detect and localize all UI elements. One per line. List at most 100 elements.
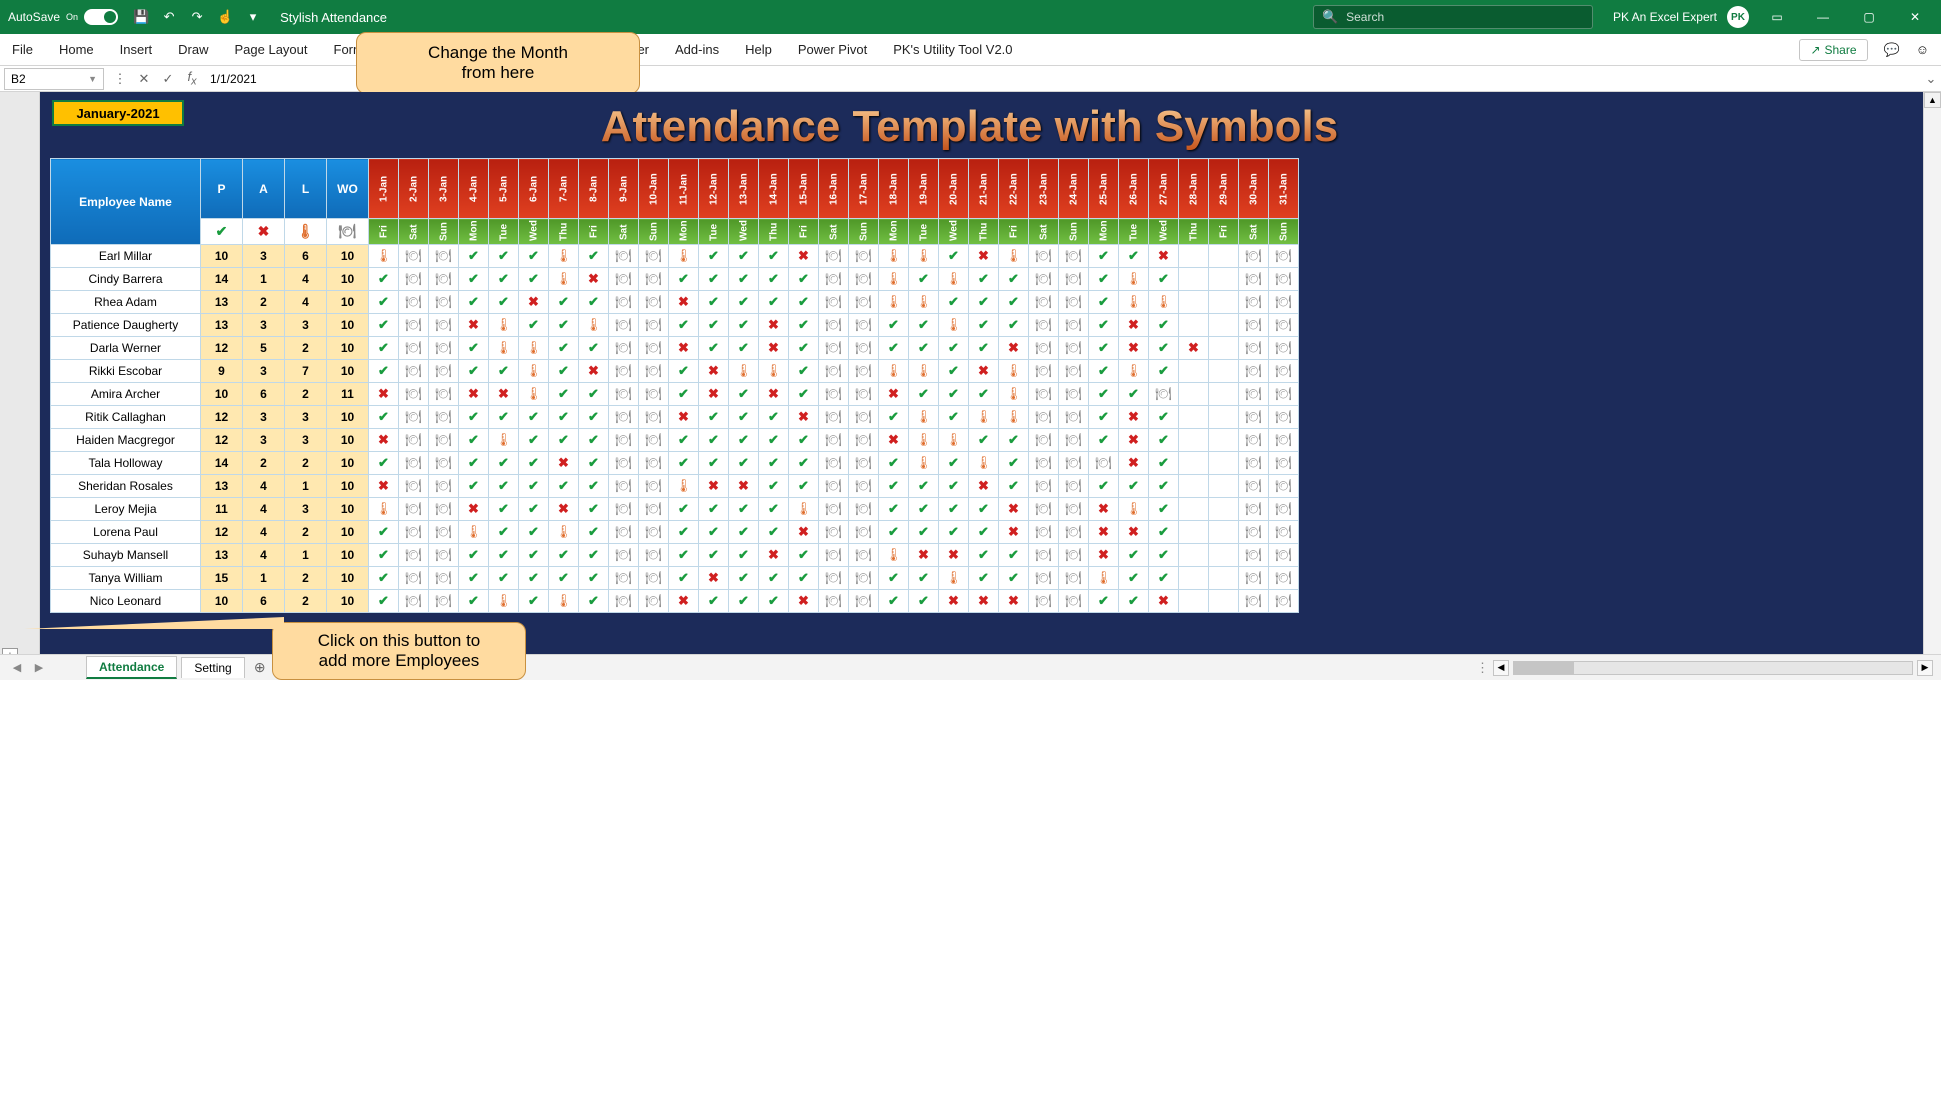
- att-cell[interactable]: [1179, 314, 1209, 337]
- sum-p[interactable]: 14: [201, 268, 243, 291]
- att-cell[interactable]: 🍽: [639, 567, 669, 590]
- sum-a[interactable]: 1: [243, 567, 285, 590]
- sum-wo[interactable]: 10: [327, 452, 369, 475]
- att-cell[interactable]: 🍽: [429, 498, 459, 521]
- att-cell[interactable]: ✖: [369, 429, 399, 452]
- att-cell[interactable]: 🍽: [819, 245, 849, 268]
- att-cell[interactable]: 🍽: [1029, 360, 1059, 383]
- att-cell[interactable]: ✔: [1149, 406, 1179, 429]
- att-cell[interactable]: ✖: [789, 521, 819, 544]
- att-cell[interactable]: ✔: [579, 452, 609, 475]
- sum-a[interactable]: 4: [243, 544, 285, 567]
- sum-l[interactable]: 2: [285, 590, 327, 613]
- att-cell[interactable]: 🌡: [519, 337, 549, 360]
- horizontal-scrollbar[interactable]: [1513, 661, 1913, 675]
- att-cell[interactable]: 🍽: [639, 245, 669, 268]
- att-cell[interactable]: 🍽: [1239, 544, 1269, 567]
- att-cell[interactable]: ✔: [669, 383, 699, 406]
- att-cell[interactable]: 🍽: [819, 429, 849, 452]
- employee-name[interactable]: Rhea Adam: [51, 291, 201, 314]
- att-cell[interactable]: 🍽: [639, 452, 669, 475]
- att-cell[interactable]: [1209, 314, 1239, 337]
- att-cell[interactable]: ✔: [699, 498, 729, 521]
- att-cell[interactable]: 🍽: [1059, 498, 1089, 521]
- att-cell[interactable]: ✔: [759, 268, 789, 291]
- att-cell[interactable]: 🍽: [819, 452, 849, 475]
- att-cell[interactable]: 🍽: [1059, 291, 1089, 314]
- att-cell[interactable]: ✔: [459, 590, 489, 613]
- att-cell[interactable]: 🍽: [1059, 314, 1089, 337]
- att-cell[interactable]: ✔: [789, 429, 819, 452]
- att-cell[interactable]: ✔: [369, 544, 399, 567]
- employee-name[interactable]: Tanya William: [51, 567, 201, 590]
- sum-a[interactable]: 3: [243, 360, 285, 383]
- att-cell[interactable]: ✔: [939, 383, 969, 406]
- att-cell[interactable]: ✔: [879, 406, 909, 429]
- att-cell[interactable]: ✔: [969, 521, 999, 544]
- att-cell[interactable]: ✖: [759, 337, 789, 360]
- att-cell[interactable]: ✖: [459, 314, 489, 337]
- att-cell[interactable]: ✔: [459, 245, 489, 268]
- att-cell[interactable]: 🍽: [849, 314, 879, 337]
- att-cell[interactable]: 🍽: [1059, 521, 1089, 544]
- att-cell[interactable]: [1179, 544, 1209, 567]
- att-cell[interactable]: 🍽: [399, 406, 429, 429]
- att-cell[interactable]: 🍽: [609, 245, 639, 268]
- att-cell[interactable]: 🌡: [909, 360, 939, 383]
- att-cell[interactable]: [1209, 268, 1239, 291]
- save-icon[interactable]: 💾: [132, 8, 150, 26]
- att-cell[interactable]: 🍽: [429, 383, 459, 406]
- employee-name[interactable]: Rikki Escobar: [51, 360, 201, 383]
- att-cell[interactable]: ✔: [519, 498, 549, 521]
- att-cell[interactable]: 🍽: [819, 475, 849, 498]
- att-cell[interactable]: ✔: [999, 452, 1029, 475]
- att-cell[interactable]: ✔: [1149, 521, 1179, 544]
- att-cell[interactable]: [1209, 567, 1239, 590]
- att-cell[interactable]: ✔: [1119, 567, 1149, 590]
- att-cell[interactable]: 🍽: [1029, 590, 1059, 613]
- sum-p[interactable]: 10: [201, 590, 243, 613]
- att-cell[interactable]: ✔: [729, 452, 759, 475]
- att-cell[interactable]: ✖: [879, 383, 909, 406]
- att-cell[interactable]: 🌡: [1149, 291, 1179, 314]
- att-cell[interactable]: ✔: [939, 498, 969, 521]
- att-cell[interactable]: 🍽: [1269, 498, 1299, 521]
- att-cell[interactable]: ✔: [1149, 544, 1179, 567]
- att-cell[interactable]: [1179, 521, 1209, 544]
- att-cell[interactable]: 🍽: [609, 567, 639, 590]
- att-cell[interactable]: 🍽: [1239, 291, 1269, 314]
- att-cell[interactable]: 🌡: [1119, 268, 1149, 291]
- att-cell[interactable]: 🍽: [849, 268, 879, 291]
- att-cell[interactable]: ✔: [969, 291, 999, 314]
- att-cell[interactable]: 🍽: [849, 383, 879, 406]
- qat-dropdown-icon[interactable]: ▾: [244, 8, 262, 26]
- att-cell[interactable]: 🍽: [1269, 268, 1299, 291]
- att-cell[interactable]: 🍽: [429, 544, 459, 567]
- att-cell[interactable]: [1179, 498, 1209, 521]
- att-cell[interactable]: ✔: [999, 291, 1029, 314]
- att-cell[interactable]: ✔: [579, 498, 609, 521]
- att-cell[interactable]: 🍽: [429, 337, 459, 360]
- att-cell[interactable]: ✔: [729, 314, 759, 337]
- att-cell[interactable]: 🌡: [579, 314, 609, 337]
- fx-icon[interactable]: fx: [180, 68, 204, 90]
- att-cell[interactable]: ✖: [699, 567, 729, 590]
- att-cell[interactable]: ✔: [519, 521, 549, 544]
- att-cell[interactable]: 🌡: [549, 245, 579, 268]
- att-cell[interactable]: ✖: [369, 383, 399, 406]
- att-cell[interactable]: 🌡: [549, 521, 579, 544]
- att-cell[interactable]: 🍽: [819, 544, 849, 567]
- att-cell[interactable]: 🍽: [819, 337, 849, 360]
- att-cell[interactable]: 🍽: [819, 268, 849, 291]
- att-cell[interactable]: [1209, 452, 1239, 475]
- sum-l[interactable]: 2: [285, 337, 327, 360]
- att-cell[interactable]: ✔: [969, 429, 999, 452]
- att-cell[interactable]: ✖: [669, 291, 699, 314]
- att-cell[interactable]: ✔: [879, 590, 909, 613]
- att-cell[interactable]: ✔: [669, 429, 699, 452]
- att-cell[interactable]: 🍽: [609, 429, 639, 452]
- sum-l[interactable]: 3: [285, 314, 327, 337]
- att-cell[interactable]: 🌡: [759, 360, 789, 383]
- att-cell[interactable]: 🍽: [1239, 360, 1269, 383]
- att-cell[interactable]: ✔: [489, 567, 519, 590]
